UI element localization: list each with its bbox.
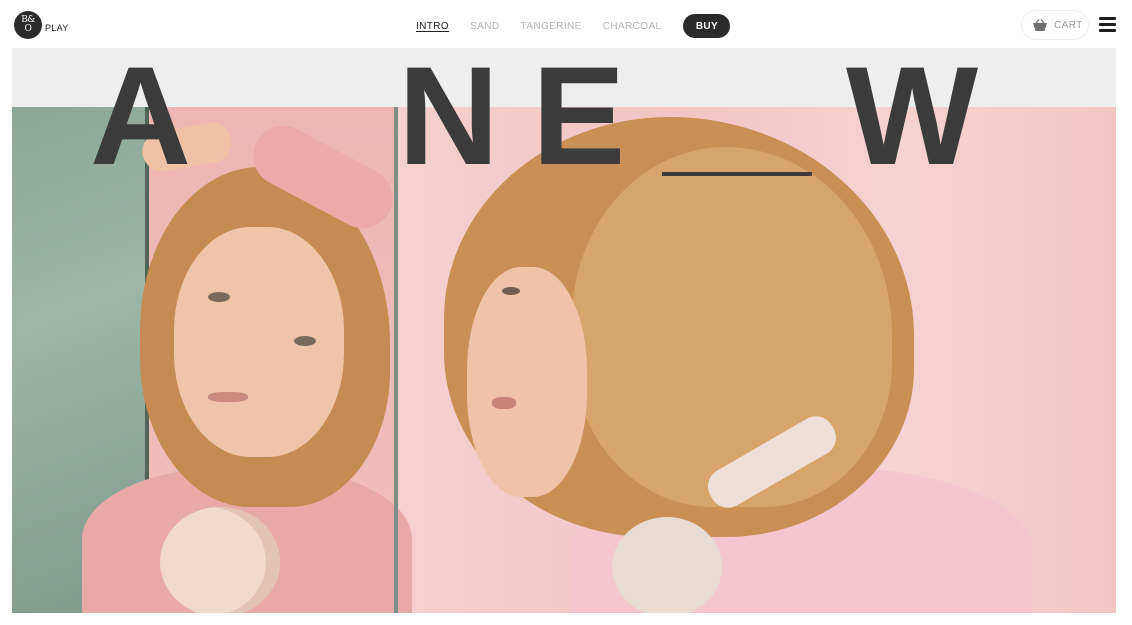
- brand-logo[interactable]: B& O PLAY: [14, 11, 69, 39]
- hero-top-band: [12, 48, 1116, 107]
- main-nav: INTRO SAND TANGERINE CHARCOAL BUY: [416, 14, 731, 38]
- logo-text: PLAY: [45, 23, 69, 33]
- nav-item-intro[interactable]: INTRO: [416, 21, 449, 32]
- hamburger-menu-icon[interactable]: [1099, 17, 1116, 32]
- mirror-panel: [12, 107, 412, 613]
- site-header: B& O PLAY INTRO SAND TANGERINE CHARCOAL …: [0, 0, 1132, 48]
- logo-badge-bottom: O: [24, 24, 32, 34]
- hero-image: [12, 107, 1116, 613]
- logo-badge: B& O: [14, 11, 42, 39]
- nav-item-tangerine[interactable]: TANGERINE: [521, 21, 582, 32]
- buy-button[interactable]: BUY: [683, 14, 731, 38]
- basket-icon: [1032, 18, 1048, 32]
- cart-label: CART: [1054, 19, 1083, 31]
- nav-item-sand[interactable]: SAND: [470, 21, 499, 32]
- nav-item-charcoal[interactable]: CHARCOAL: [603, 21, 662, 32]
- cart-button[interactable]: CART: [1022, 11, 1088, 39]
- mirror-frame: [394, 107, 398, 613]
